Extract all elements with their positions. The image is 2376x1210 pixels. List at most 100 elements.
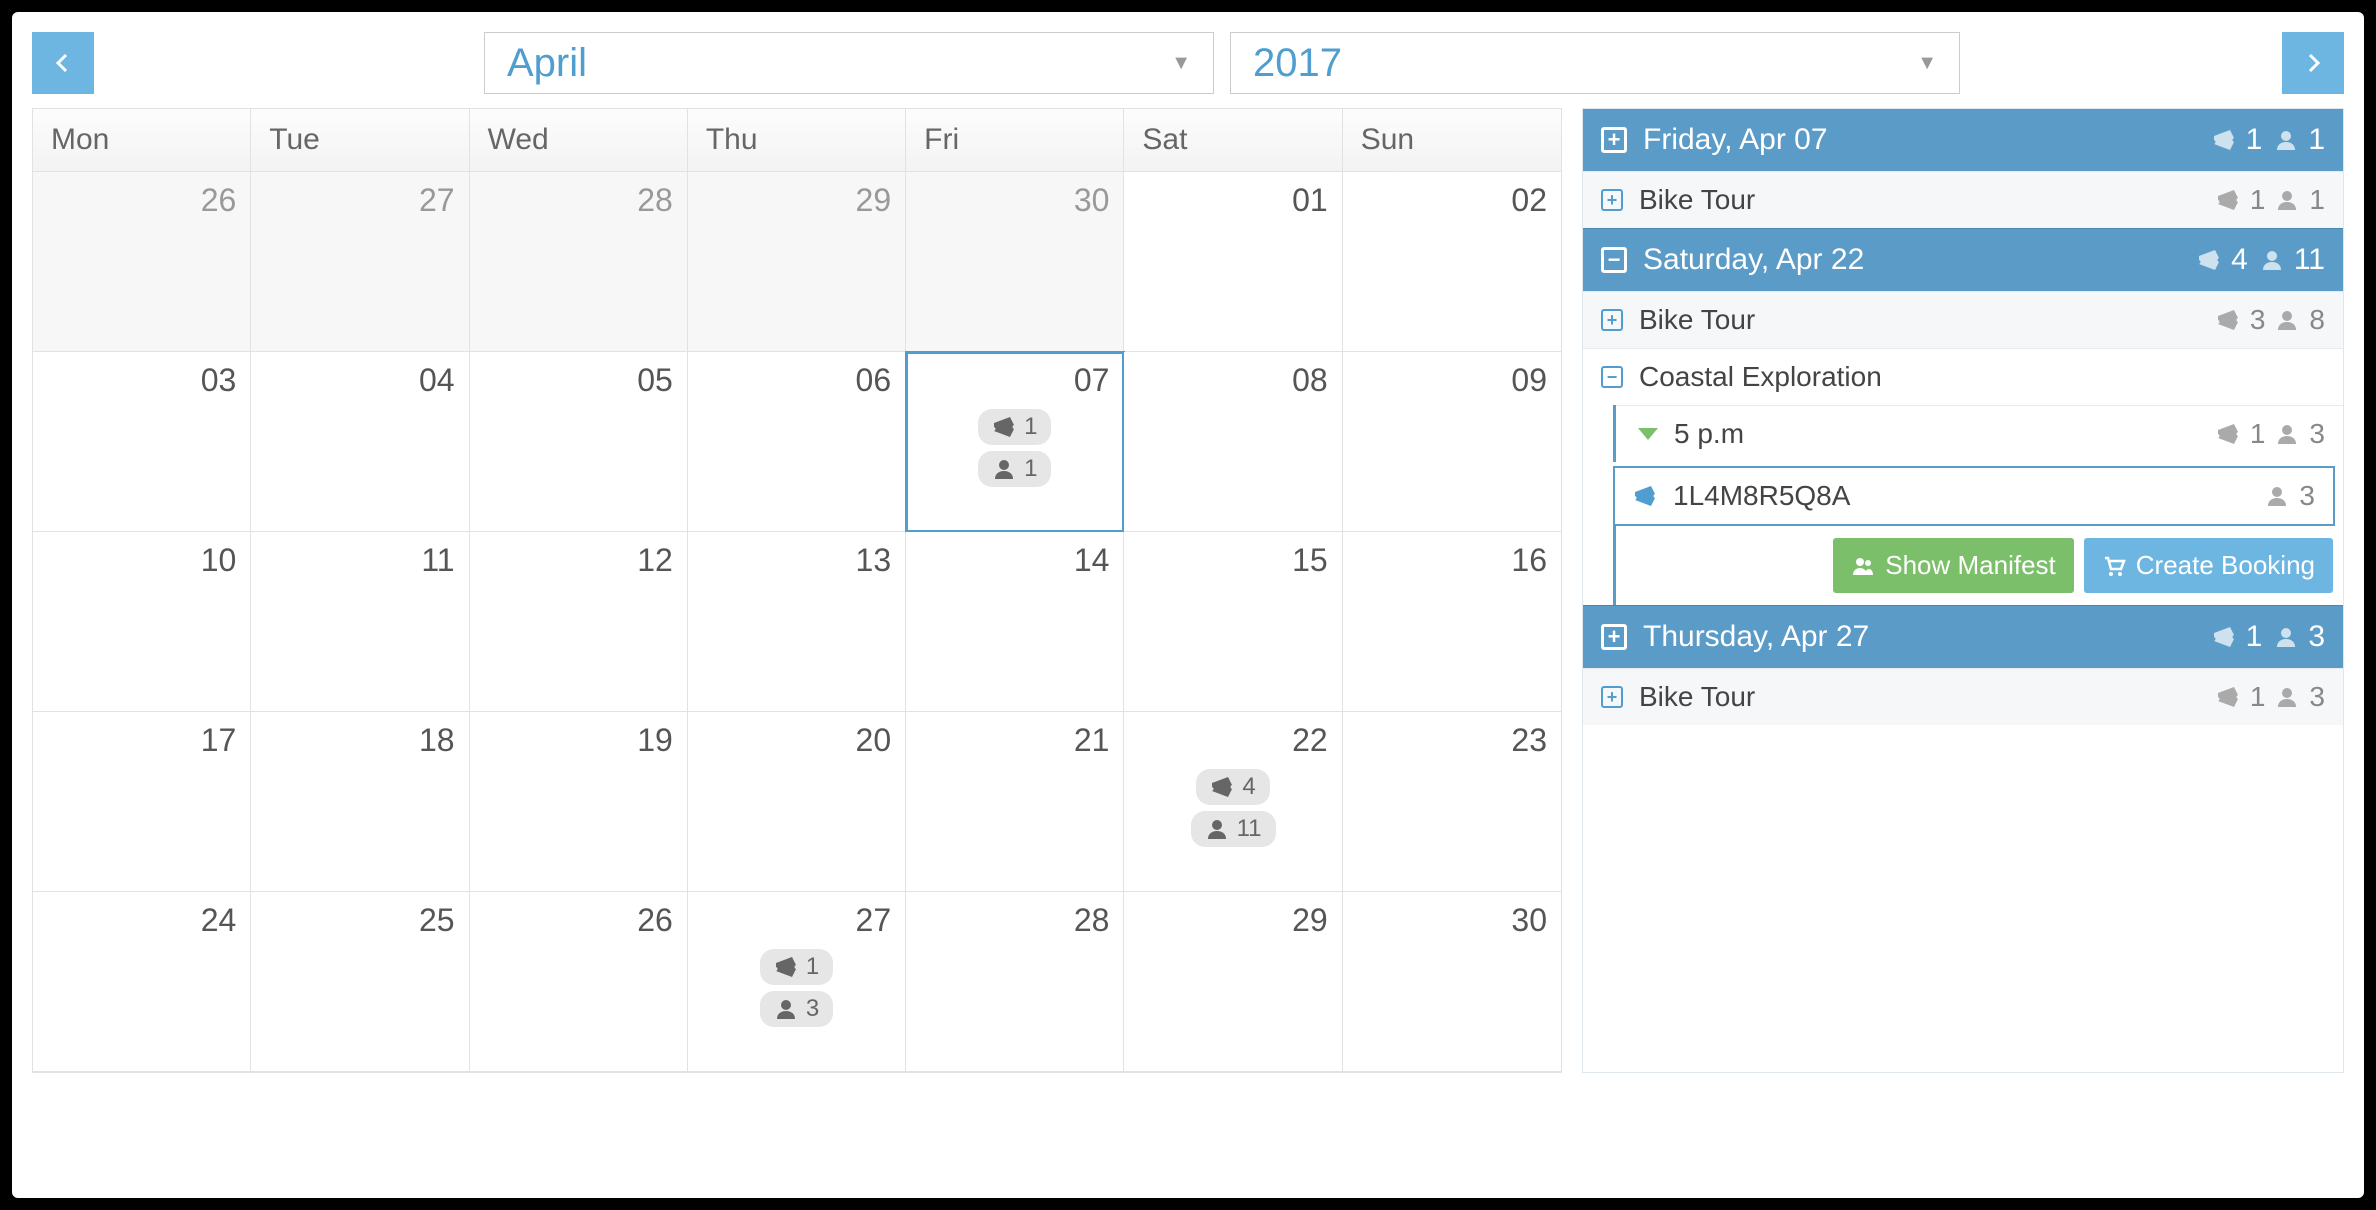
day-title: Thursday, Apr 27: [1643, 620, 1869, 654]
calendar-day-cell[interactable]: 06: [688, 352, 906, 532]
calendar-day-cell[interactable]: 02: [1343, 172, 1561, 352]
calendar-day-number: 21: [920, 722, 1109, 759]
day-header[interactable]: + Thursday, Apr 27 1 3: [1583, 605, 2343, 668]
day-header[interactable]: − Saturday, Apr 22 4 11: [1583, 228, 2343, 291]
product-row[interactable]: +Bike Tour 1 3: [1583, 668, 2343, 725]
people-count: 1: [2309, 184, 2325, 216]
calendar-weekday-header: Sat: [1124, 109, 1342, 172]
day-title: Saturday, Apr 22: [1643, 243, 1864, 277]
calendar-day-cell[interactable]: 21: [906, 712, 1124, 892]
people-count: 8: [2309, 304, 2325, 336]
calendar-day-cell[interactable]: 23: [1343, 712, 1561, 892]
create-booking-button[interactable]: Create Booking: [2084, 538, 2333, 593]
tickets-badge: 1: [978, 409, 1051, 445]
product-row[interactable]: +Bike Tour 1 1: [1583, 171, 2343, 228]
people-count: 1: [2308, 123, 2325, 157]
month-select[interactable]: April ▼: [484, 32, 1214, 94]
calendar-day-cell[interactable]: 30: [1343, 892, 1561, 1072]
time-label: 5 p.m: [1674, 418, 1744, 450]
calendar-day-cell[interactable]: 29: [688, 172, 906, 352]
ticket-icon: [992, 415, 1016, 439]
person-icon: [2275, 422, 2299, 446]
calendar-day-cell[interactable]: 09: [1343, 352, 1561, 532]
calendar-day-cell[interactable]: 19: [470, 712, 688, 892]
show-manifest-button[interactable]: Show Manifest: [1833, 538, 2074, 593]
calendar-day-cell[interactable]: 27: [251, 172, 469, 352]
year-select-value: 2017: [1253, 41, 1342, 86]
ticket-count: 4: [2231, 243, 2248, 277]
calendar-day-number: 29: [702, 182, 891, 219]
calendar-day-cell[interactable]: 15: [1124, 532, 1342, 712]
calendar-day-cell[interactable]: 29: [1124, 892, 1342, 1072]
calendar-day-cell[interactable]: 26: [470, 892, 688, 1072]
product-row[interactable]: −Coastal Exploration: [1583, 348, 2343, 405]
product-row[interactable]: +Bike Tour 3 8: [1583, 291, 2343, 348]
calendar-day-cell[interactable]: 13: [688, 532, 906, 712]
booking-row[interactable]: 1L4M8R5Q8A 3: [1613, 466, 2335, 526]
calendar-day-number: 14: [920, 542, 1109, 579]
calendar-day-cell[interactable]: 11: [251, 532, 469, 712]
calendar-day-cell[interactable]: 16: [1343, 532, 1561, 712]
calendar-weekday-header: Tue: [251, 109, 469, 172]
calendar-day-cell[interactable]: 26: [33, 172, 251, 352]
calendar-day-number: 20: [702, 722, 891, 759]
calendar-day-cell[interactable]: 10: [33, 532, 251, 712]
ticket-icon: [1633, 484, 1657, 508]
calendar-day-cell[interactable]: 03: [33, 352, 251, 532]
calendar-day-cell[interactable]: 25: [251, 892, 469, 1072]
calendar-day-number: 11: [265, 542, 454, 579]
time-row[interactable]: 5 p.m 1 3: [1616, 405, 2343, 462]
calendar-day-number: 25: [265, 902, 454, 939]
ticket-icon: [2216, 188, 2240, 212]
calendar-day-cell[interactable]: 04: [251, 352, 469, 532]
calendar-day-cell[interactable]: 24: [33, 892, 251, 1072]
calendar-day-number: 09: [1357, 362, 1547, 399]
person-icon: [2274, 128, 2298, 152]
calendar-day-number: 10: [47, 542, 236, 579]
users-icon: [1851, 554, 1875, 578]
calendar-day-cell[interactable]: 08: [1124, 352, 1342, 532]
people-count: 11: [2294, 243, 2325, 277]
calendar-day-number: 30: [920, 182, 1109, 219]
calendar-day-cell[interactable]: 22411: [1124, 712, 1342, 892]
calendar-weekday-header: Thu: [688, 109, 906, 172]
next-month-button[interactable]: [2282, 32, 2344, 94]
calendar-day-cell[interactable]: 28: [470, 172, 688, 352]
calendar-day-number: 06: [702, 362, 891, 399]
people-count: 3: [2309, 681, 2325, 713]
ticket-icon: [774, 955, 798, 979]
product-name: Bike Tour: [1639, 304, 1755, 336]
calendar-day-cell[interactable]: 20: [688, 712, 906, 892]
calendar-day-number: 26: [484, 902, 673, 939]
calendar-weekday-header: Wed: [470, 109, 688, 172]
calendar-day-cell[interactable]: 18: [251, 712, 469, 892]
expand-icon: +: [1601, 189, 1623, 211]
calendar-day-cell[interactable]: 30: [906, 172, 1124, 352]
calendar-day-cell[interactable]: 07 1 1: [906, 352, 1124, 532]
prev-month-button[interactable]: [32, 32, 94, 94]
calendar-day-cell[interactable]: 28: [906, 892, 1124, 1072]
calendar-day-cell[interactable]: 14: [906, 532, 1124, 712]
calendar-day-cell[interactable]: 2713: [688, 892, 906, 1072]
calendar-day-number: 05: [484, 362, 673, 399]
ticket-icon: [2212, 128, 2236, 152]
tickets-badge: 1: [760, 949, 833, 985]
calendar-weekday-header: Fri: [906, 109, 1124, 172]
calendar-day-number: 24: [47, 902, 236, 939]
caret-down-icon: ▼: [1171, 52, 1191, 75]
ticket-count: 1: [2250, 681, 2266, 713]
calendar-day-cell[interactable]: 17: [33, 712, 251, 892]
calendar-day-number: 19: [484, 722, 673, 759]
people-count: 3: [2309, 418, 2325, 450]
people-count: 3: [2308, 620, 2325, 654]
collapse-icon: −: [1601, 366, 1623, 388]
cart-icon: [2102, 554, 2126, 578]
day-header[interactable]: + Friday, Apr 07 1 1: [1583, 109, 2343, 171]
people-badge: 1: [978, 451, 1051, 487]
calendar-day-cell[interactable]: 05: [470, 352, 688, 532]
year-select[interactable]: 2017 ▼: [1230, 32, 1960, 94]
people-badge: 3: [760, 991, 833, 1027]
calendar-day-cell[interactable]: 12: [470, 532, 688, 712]
calendar-day-cell[interactable]: 01: [1124, 172, 1342, 352]
calendar-day-number: 07: [920, 362, 1109, 399]
